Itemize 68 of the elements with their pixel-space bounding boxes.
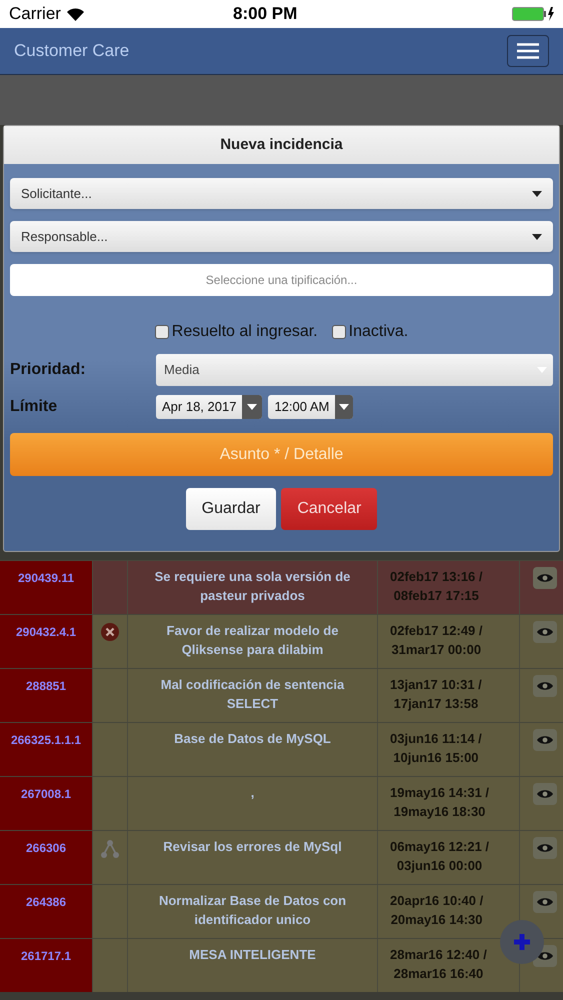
priority-label: Prioridad: (10, 360, 87, 380)
subject-text: Favor de realizar modelo de Qliksense para dilabim (166, 622, 340, 659)
code-link[interactable]: 264386 (26, 893, 66, 938)
clock-label: 8:00 PM (233, 3, 298, 26)
code-link[interactable]: 267008.1 (20, 785, 72, 830)
nodes-icon (100, 839, 120, 859)
cancel-button[interactable]: Cancelar (281, 488, 378, 530)
eye-icon (537, 897, 553, 907)
code-link[interactable]: 261717.1 (20, 947, 72, 992)
dates-text: 02feb17 12:49 / 31mar17 00:00 (390, 622, 483, 659)
dates-text: 02feb17 13:16 / 08feb17 17:15 (390, 568, 483, 605)
code-link[interactable]: 288851 (26, 677, 66, 722)
view-button[interactable] (533, 675, 557, 697)
battery-icon (512, 7, 554, 21)
checkbox[interactable] (154, 325, 169, 339)
dates-text: 19may16 14:31 / 19may16 18:30 (390, 784, 490, 821)
error-icon (101, 623, 119, 641)
subject-text: , (250, 784, 254, 802)
modal-title: Nueva incidencia (220, 134, 343, 155)
dates-text: 28mar16 12:40 / 28mar16 16:40 (390, 946, 487, 983)
dates-text: 13jan17 10:31 / 17jan17 13:58 (390, 676, 482, 713)
wifi-icon (66, 8, 84, 20)
subject-text: Base de Datos de MySQL (174, 730, 331, 748)
dates-text: 03jun16 11:14 / 10jun16 15:00 (390, 730, 482, 767)
subject-text: MESA INTELIGENTE (189, 946, 316, 964)
plus-icon (512, 932, 532, 952)
checkbox[interactable] (332, 325, 346, 339)
checkbox-label: Resuelto al ingresar. (172, 322, 318, 342)
subject-text: Se requiere una sola versión de pasteur privados (154, 568, 352, 605)
menu-icon (517, 43, 539, 59)
date-select[interactable]: Apr 18, 2017 (156, 395, 262, 419)
limit-label: Límite (10, 397, 58, 417)
subject-text: Normalizar Base de Datos con identificador unico (158, 892, 348, 929)
eye-icon (537, 627, 553, 637)
eye-icon (537, 681, 553, 691)
eye-icon (537, 735, 553, 745)
subject-text: Revisar los errores de MySql (163, 838, 342, 856)
app-title: Customer Care (14, 40, 130, 62)
caret-icon (532, 190, 542, 196)
menu-button[interactable] (507, 35, 549, 67)
select-field[interactable]: Solicitante... (10, 178, 553, 209)
priority-select[interactable]: Media (156, 354, 553, 386)
code-link[interactable]: 266325.1.1.1 (10, 731, 82, 776)
code-link[interactable]: 290439.11 (18, 569, 74, 614)
code-link[interactable]: 266306 (26, 839, 66, 884)
caret-icon (247, 404, 258, 410)
eye-icon (537, 573, 553, 583)
view-button[interactable] (533, 729, 557, 751)
time-select[interactable]: 12:00 AM (268, 395, 354, 419)
eye-icon (537, 843, 553, 853)
dates-text: 20apr16 10:40 / 20may16 14:30 (390, 892, 484, 929)
view-button[interactable] (533, 891, 557, 913)
view-button[interactable] (533, 567, 557, 589)
caret-icon (537, 367, 547, 373)
eye-icon (537, 789, 553, 799)
checkbox-label: Inactiva. (348, 322, 408, 342)
tipificacion-field[interactable]: Seleccione una tipificación... (10, 264, 553, 296)
dates-text: 06may16 12:21 / 03jun16 00:00 (390, 838, 490, 875)
save-button[interactable]: Guardar (186, 488, 276, 530)
code-link[interactable]: 290432.4.1 (16, 623, 76, 668)
select-field[interactable]: Responsable... (10, 221, 553, 252)
carrier-label: Carrier (9, 3, 61, 26)
caret-icon (339, 404, 350, 410)
view-button[interactable] (533, 783, 557, 805)
view-button[interactable] (533, 621, 557, 643)
view-button[interactable] (533, 837, 557, 859)
caret-icon (532, 234, 542, 240)
subject-text: Mal codificación de sentencia SELECT (160, 676, 346, 713)
